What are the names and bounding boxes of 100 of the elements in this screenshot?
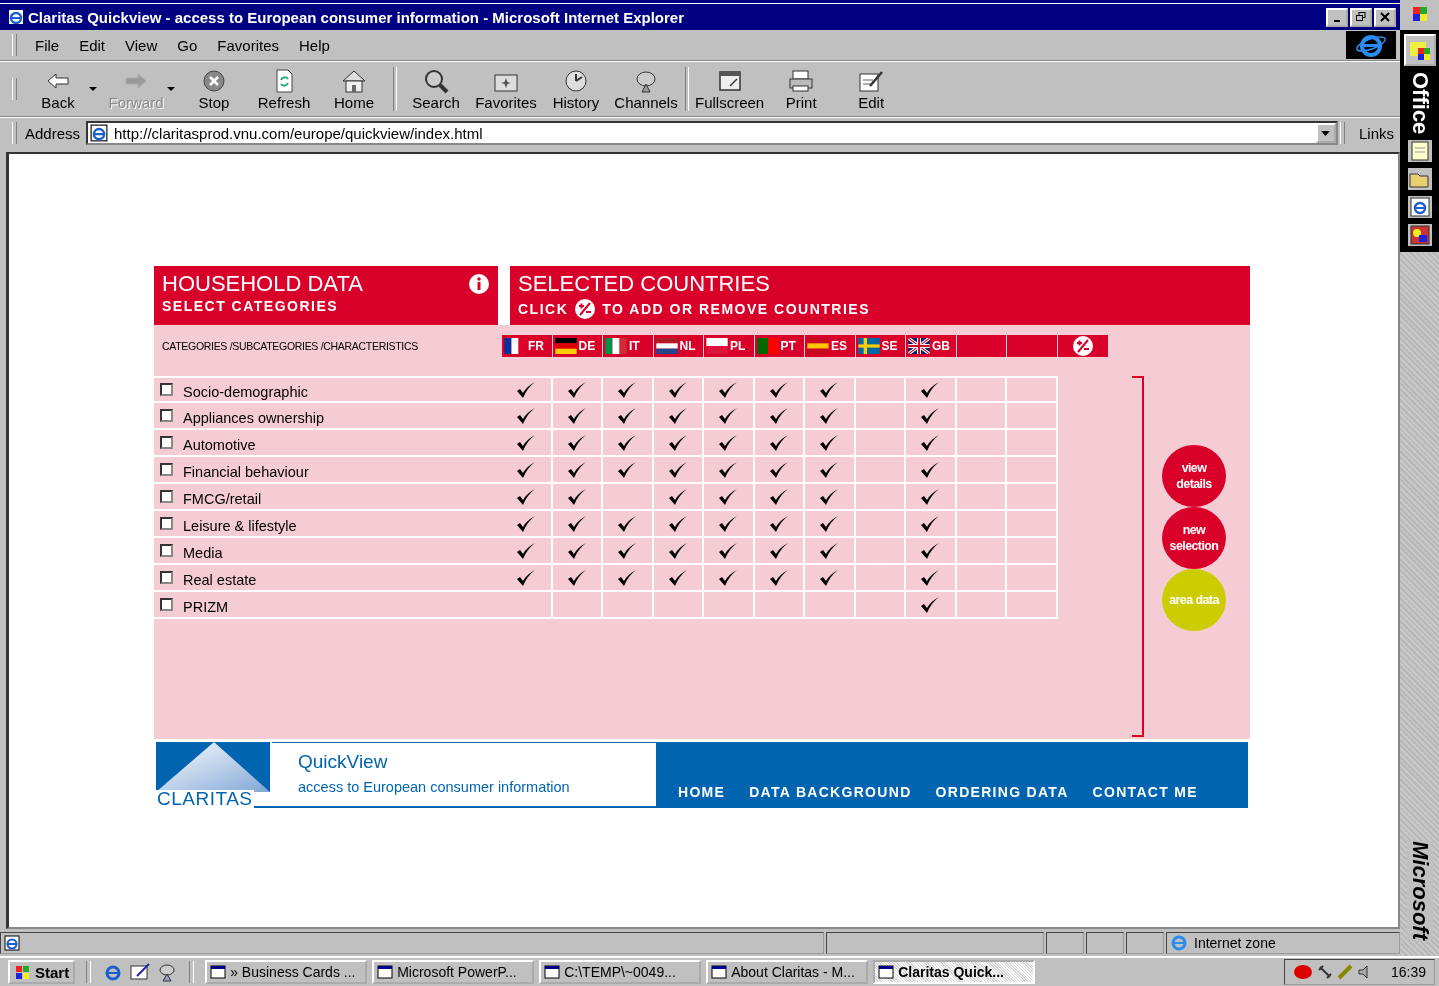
toolbar-button[interactable]: Channels [611,67,681,111]
toolbar-button[interactable]: Edit [836,67,907,111]
window-title: Claritas Quickview - access to European consumer information - Microsoft Internet Explorer [28,8,684,26]
toolbar-button[interactable]: Fullscreen [693,67,767,111]
menu-item[interactable]: Edit [71,34,114,56]
checkbox[interactable] [160,383,173,396]
flag-icon [605,338,627,354]
app-window-icon [544,964,561,980]
dropdown-arrow-icon[interactable] [89,86,97,92]
toolbar-button[interactable]: Refresh [249,67,319,111]
menu-item[interactable]: Favorites [209,34,287,56]
address-dropdown-button[interactable] [1315,123,1336,143]
open-folder-icon[interactable] [1407,168,1432,191]
section-title: HOUSEHOLD DATA [162,270,363,298]
country-header[interactable]: PL [704,335,755,357]
status-panel [1086,932,1124,954]
checkbox[interactable] [160,463,173,476]
flag-icon [857,338,880,354]
taskbar-button[interactable]: C:\TEMP\~0049... [539,960,702,984]
column-label: CATEGORIES /SUBCATEGORIES /CHARACTERISTICS [161,340,419,352]
toolbar-button[interactable]: Stop [179,67,249,111]
checkbox[interactable] [160,544,173,557]
browser-e-icon [1354,32,1388,58]
taskbar-button[interactable]: Claritas Quick... [873,960,1036,984]
nav-link[interactable]: HOME [678,784,726,800]
minimize-button[interactable] [1326,7,1348,27]
toolbar-button[interactable]: History [541,67,611,111]
country-header[interactable]: GB [906,335,957,357]
taskbar-button[interactable]: About Claritas - M... [706,960,869,984]
restore-button[interactable] [1350,7,1372,27]
search-icon [422,67,450,94]
country-header[interactable]: ES [805,335,856,357]
action-button[interactable]: view details [1162,444,1226,507]
add-remove-button[interactable] [1057,335,1108,357]
windows-logo-icon [14,964,32,980]
category-label: Real estate [183,571,257,588]
app-window-icon [711,964,728,980]
site-tagline: access to European consumer information [298,779,571,795]
logo-text: CLARITAS [156,790,254,808]
nav-link[interactable]: ORDERING DATA [935,784,1069,800]
toolbar-button[interactable]: Back [23,67,93,111]
checkbox[interactable] [160,571,173,584]
toolbar-button[interactable]: Favorites [471,67,541,111]
category-label: Appliances ownership [183,409,325,426]
menu-item[interactable]: Go [169,34,206,56]
country-header[interactable]: NL [653,335,704,357]
status-panel [1046,932,1084,954]
action-button[interactable]: new selection [1162,506,1226,569]
menu-item[interactable]: File [27,34,68,56]
nav-link[interactable]: DATA BACKGROUND [749,784,912,800]
checkbox[interactable] [160,409,173,422]
colorful-app-icon[interactable] [1407,224,1432,247]
section-subtitle: CLICK [518,301,569,317]
close-icon [1380,12,1390,22]
notepad-icon[interactable] [1407,140,1432,163]
toolbar-button[interactable]: Search [401,67,471,111]
taskbar-button[interactable]: Microsoft PowerP... [372,960,535,984]
plus-minus-icon [574,298,597,320]
start-button[interactable]: Start [8,960,76,984]
links-button[interactable]: Links [1352,124,1400,142]
flag-icon [554,338,577,354]
country-header[interactable]: SE [855,335,906,357]
category-label: Automotive [183,436,256,453]
checkbox[interactable] [160,517,173,530]
toolbar-button[interactable]: Home [319,67,389,111]
section-subtitle: SELECT CATEGORIES [162,298,340,314]
country-header[interactable]: DE [552,335,603,357]
app-window-icon [377,964,394,980]
flag-icon [504,338,526,354]
menu-item[interactable]: Help [291,34,338,56]
minimize-icon [1334,19,1340,22]
address-label: Address [25,124,81,142]
section-subtitle: TO ADD OR REMOVE COUNTRIES [602,301,870,317]
stop-icon [200,67,228,94]
menu-item[interactable]: View [117,34,166,56]
close-button[interactable] [1374,7,1396,27]
app-window-icon [210,964,227,980]
browser-e-icon[interactable] [1407,196,1432,219]
country-header[interactable]: IT [603,335,654,357]
office-logo-icon[interactable] [1411,6,1428,22]
office-button[interactable] [1403,34,1436,66]
browser-e-icon [8,9,24,25]
info-icon[interactable] [468,273,490,295]
checkbox[interactable] [160,436,173,449]
country-header[interactable]: FR [502,335,553,357]
checkbox[interactable] [160,490,173,503]
mail-pen-icon[interactable] [129,962,152,982]
page-e-icon [4,935,20,951]
toolbar-button[interactable]: Print [766,67,837,111]
nav-link[interactable]: CONTACT ME [1092,784,1198,800]
section-title: SELECTED COUNTRIES [518,270,771,298]
category-label: FMCG/retail [183,490,262,507]
restore-icon [1356,12,1366,22]
address-field[interactable]: http://claritasprod.vnu.com/europe/quickview/index.html [86,121,1338,145]
checkbox[interactable] [160,598,173,611]
status-panel [1126,932,1164,954]
flag-icon [756,338,779,354]
printer-icon [787,67,816,94]
taskbar-button[interactable]: » Business Cards ... [205,960,368,984]
country-header[interactable]: PT [754,335,805,357]
